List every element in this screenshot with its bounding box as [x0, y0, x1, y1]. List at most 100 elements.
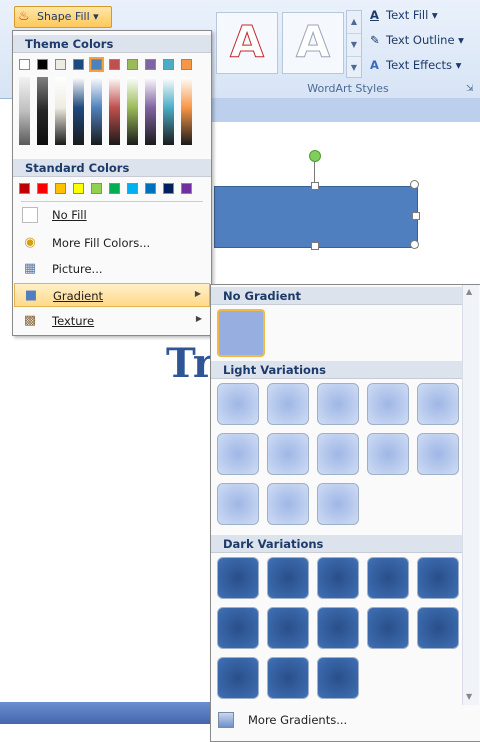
theme-shade-column[interactable]: [73, 77, 84, 145]
theme-shade-column[interactable]: [37, 77, 48, 145]
dark-gradient-option[interactable]: [217, 657, 259, 699]
theme-color-swatch[interactable]: [109, 59, 120, 70]
resize-handle-right[interactable]: [412, 212, 420, 220]
gradient-item[interactable]: ■ Gradient ▶: [14, 283, 210, 307]
scroll-down-icon[interactable]: ▼: [347, 34, 361, 57]
texture-icon: ▩: [23, 313, 37, 328]
wordart-gallery-scroll[interactable]: ▲ ▼ ▼: [346, 10, 362, 78]
resize-handle-bottom[interactable]: [311, 242, 319, 250]
theme-shade-column[interactable]: [19, 77, 30, 145]
dark-gradient-option[interactable]: [317, 557, 359, 599]
text-effects-button[interactable]: A Text Effects ▾: [370, 58, 461, 76]
light-gradient-option[interactable]: [417, 433, 459, 475]
light-gradient-option[interactable]: [217, 483, 259, 525]
standard-color-swatch[interactable]: [55, 183, 66, 194]
light-variations-header: Light Variations: [211, 361, 463, 379]
theme-color-swatch[interactable]: [163, 59, 174, 70]
text-fill-button[interactable]: A Text Fill ▾: [370, 8, 438, 26]
standard-color-swatch[interactable]: [73, 183, 84, 194]
theme-color-swatch[interactable]: [181, 59, 192, 70]
theme-color-swatch[interactable]: [37, 59, 48, 70]
text-fill-icon: A: [370, 8, 379, 22]
theme-color-swatch[interactable]: [127, 59, 138, 70]
resize-handle-top[interactable]: [311, 182, 319, 190]
theme-color-swatch[interactable]: [89, 57, 104, 72]
theme-shade-column[interactable]: [145, 77, 156, 145]
light-gradient-option[interactable]: [367, 433, 409, 475]
picture-item[interactable]: ▦ Picture...: [14, 257, 210, 281]
rotation-handle[interactable]: [309, 150, 321, 162]
shape-fill-menu: Theme Colors Standard Colors No Fill ◉ M…: [12, 30, 212, 336]
light-gradient-option[interactable]: [317, 433, 359, 475]
dark-gradient-option[interactable]: [267, 557, 309, 599]
scroll-up-icon[interactable]: ▲: [466, 287, 472, 296]
scroll-down-icon[interactable]: ▼: [466, 692, 472, 701]
light-gradient-option[interactable]: [417, 383, 459, 425]
standard-color-swatch[interactable]: [19, 183, 30, 194]
dialog-launcher-icon[interactable]: ⇲: [466, 84, 474, 94]
scroll-up-icon[interactable]: ▲: [347, 11, 361, 34]
standard-colors-header: Standard Colors: [13, 159, 211, 177]
dark-gradient-option[interactable]: [417, 557, 459, 599]
light-gradient-option[interactable]: [317, 483, 359, 525]
standard-color-swatch[interactable]: [181, 183, 192, 194]
document-title-text: Tr: [166, 340, 214, 387]
submenu-arrow-icon: ▶: [194, 289, 201, 298]
gradient-swatch-icon: [218, 712, 234, 728]
pen-icon: ✎: [370, 33, 380, 47]
theme-color-swatch[interactable]: [19, 59, 30, 70]
light-gradient-option[interactable]: [217, 383, 259, 425]
paint-bucket-icon: ♨: [18, 9, 30, 24]
wordart-style-gray-outline[interactable]: A: [282, 12, 344, 74]
dark-gradient-option[interactable]: [417, 607, 459, 649]
standard-color-swatch[interactable]: [163, 183, 174, 194]
gallery-expand-icon[interactable]: ▼: [347, 57, 361, 79]
standard-color-swatch[interactable]: [109, 183, 120, 194]
dark-gradient-option[interactable]: [367, 607, 409, 649]
texture-item[interactable]: ▩ Texture ▶: [14, 309, 210, 333]
dark-gradient-option[interactable]: [317, 657, 359, 699]
theme-colors-header: Theme Colors: [13, 35, 211, 53]
light-gradient-option[interactable]: [267, 383, 309, 425]
dark-gradient-option[interactable]: [317, 607, 359, 649]
theme-shade-column[interactable]: [109, 77, 120, 145]
text-outline-button[interactable]: ✎ Text Outline ▾: [370, 33, 464, 51]
theme-color-swatch[interactable]: [145, 59, 156, 70]
more-fill-colors-item[interactable]: ◉ More Fill Colors...: [14, 231, 210, 255]
theme-shade-column[interactable]: [55, 77, 66, 145]
gradient-scrollbar[interactable]: ▲ ▼: [462, 285, 479, 705]
no-fill-item[interactable]: No Fill: [14, 203, 210, 227]
dark-gradient-option[interactable]: [217, 607, 259, 649]
theme-color-swatch[interactable]: [73, 59, 84, 70]
standard-color-swatch[interactable]: [145, 183, 156, 194]
resize-handle-bottom-right[interactable]: [410, 240, 419, 249]
standard-color-swatch[interactable]: [37, 183, 48, 194]
dark-gradient-option[interactable]: [267, 607, 309, 649]
dark-gradient-option[interactable]: [217, 557, 259, 599]
dark-gradient-option[interactable]: [267, 657, 309, 699]
light-gradient-option[interactable]: [217, 433, 259, 475]
standard-color-swatch[interactable]: [127, 183, 138, 194]
wordart-style-red-outline[interactable]: A: [216, 12, 278, 74]
light-gradient-option[interactable]: [267, 483, 309, 525]
theme-shade-column[interactable]: [181, 77, 192, 145]
color-palette-icon: ◉: [24, 235, 36, 250]
shape-fill-button[interactable]: ♨ Shape Fill ▾: [14, 6, 112, 28]
dark-gradient-option[interactable]: [367, 557, 409, 599]
light-gradient-option[interactable]: [367, 383, 409, 425]
theme-shade-column[interactable]: [163, 77, 174, 145]
bottom-blue-bar: [0, 702, 212, 724]
standard-color-swatch[interactable]: [91, 183, 102, 194]
selected-rectangle-shape[interactable]: [214, 186, 418, 248]
theme-color-swatch[interactable]: [55, 59, 66, 70]
theme-shade-column[interactable]: [127, 77, 138, 145]
gradient-icon: ■: [24, 288, 38, 303]
more-gradients-item[interactable]: More Gradients...: [214, 708, 460, 732]
picture-icon: ▦: [23, 261, 37, 276]
light-gradient-option[interactable]: [267, 433, 309, 475]
no-gradient-option[interactable]: [217, 309, 265, 357]
no-gradient-header: No Gradient: [211, 287, 463, 305]
resize-handle-top-right[interactable]: [410, 180, 419, 189]
light-gradient-option[interactable]: [317, 383, 359, 425]
theme-shade-column[interactable]: [91, 77, 102, 145]
